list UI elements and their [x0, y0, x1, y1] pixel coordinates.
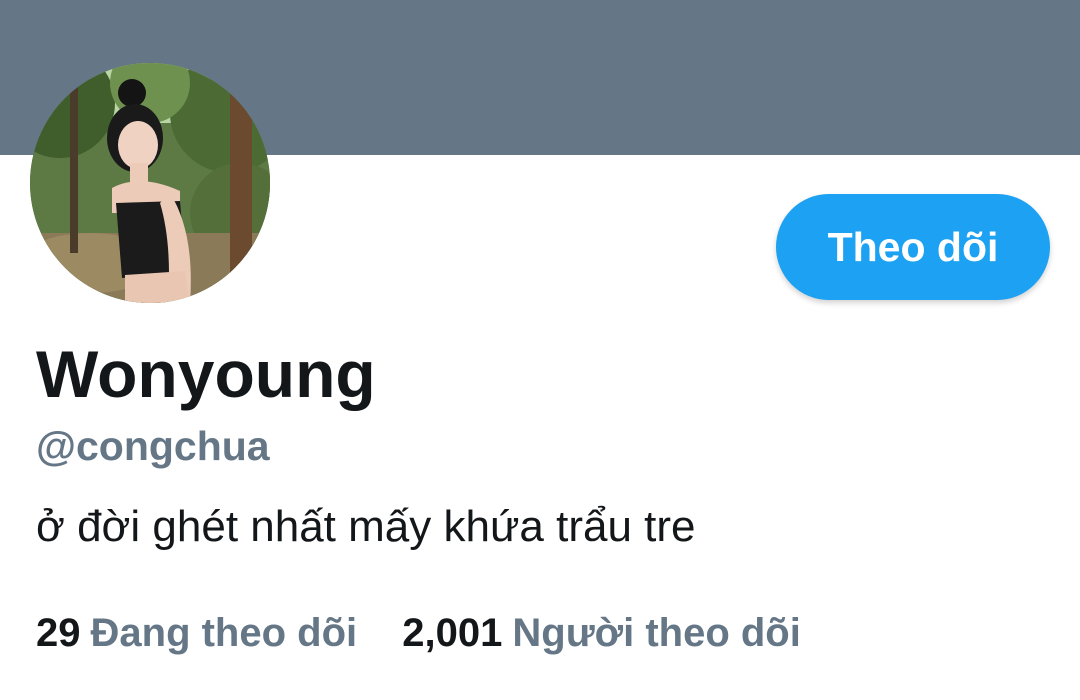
user-handle: @congchua	[36, 423, 270, 469]
follow-button[interactable]: Theo dõi	[776, 194, 1050, 300]
profile-page: Theo dõi Wonyoung @congchua ở đời ghét n…	[0, 0, 1080, 700]
display-name: Wonyoung	[36, 337, 376, 411]
profile-stats: 29 Đang theo dõi 2,001 Người theo dõi	[36, 608, 801, 658]
followers-label: Người theo dõi	[512, 611, 801, 655]
followers-stat[interactable]: 2,001 Người theo dõi	[402, 608, 801, 658]
following-label: Đang theo dõi	[90, 611, 358, 655]
followers-count: 2,001	[402, 611, 503, 655]
following-stat[interactable]: 29 Đang theo dõi	[36, 608, 357, 658]
avatar[interactable]	[30, 63, 270, 303]
avatar-photo	[30, 63, 270, 303]
profile-bio: ở đời ghét nhất mấy khứa trẩu tre	[36, 502, 696, 551]
following-count: 29	[36, 611, 81, 655]
